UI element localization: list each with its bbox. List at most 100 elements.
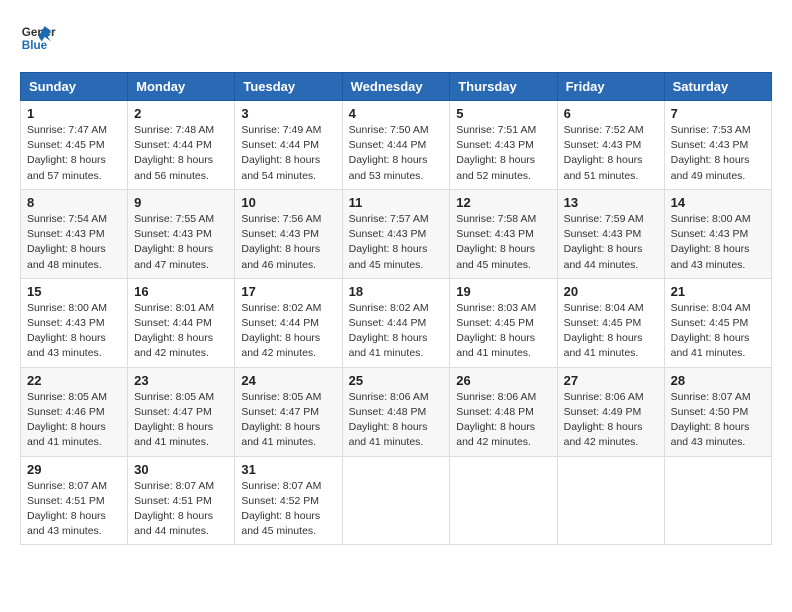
day-info: Sunrise: 7:54 AM Sunset: 4:43 PM Dayligh… (27, 212, 121, 273)
calendar-day-31: 31 Sunrise: 8:07 AM Sunset: 4:52 PM Dayli… (235, 456, 342, 545)
day-info: Sunrise: 7:53 AM Sunset: 4:43 PM Dayligh… (671, 123, 765, 184)
column-header-saturday: Saturday (664, 73, 771, 101)
day-number: 12 (456, 195, 550, 210)
calendar-day-29: 29 Sunrise: 8:07 AM Sunset: 4:51 PM Dayli… (21, 456, 128, 545)
day-number: 11 (349, 195, 444, 210)
calendar-week-4: 22 Sunrise: 8:05 AM Sunset: 4:46 PM Dayli… (21, 367, 772, 456)
day-number: 19 (456, 284, 550, 299)
day-info: Sunrise: 7:49 AM Sunset: 4:44 PM Dayligh… (241, 123, 335, 184)
day-number: 24 (241, 373, 335, 388)
day-number: 14 (671, 195, 765, 210)
calendar-day-24: 24 Sunrise: 8:05 AM Sunset: 4:47 PM Dayli… (235, 367, 342, 456)
column-header-sunday: Sunday (21, 73, 128, 101)
day-number: 31 (241, 462, 335, 477)
calendar-day-2: 2Sunrise: 7:48 AM Sunset: 4:44 PM Daylig… (128, 101, 235, 190)
day-info: Sunrise: 8:00 AM Sunset: 4:43 PM Dayligh… (671, 212, 765, 273)
day-info: Sunrise: 7:51 AM Sunset: 4:43 PM Dayligh… (456, 123, 550, 184)
calendar-day-28: 28 Sunrise: 8:07 AM Sunset: 4:50 PM Dayli… (664, 367, 771, 456)
day-info: Sunrise: 8:00 AM Sunset: 4:43 PM Dayligh… (27, 301, 121, 362)
calendar-day-21: 21 Sunrise: 8:04 AM Sunset: 4:45 PM Dayli… (664, 278, 771, 367)
empty-cell (450, 456, 557, 545)
day-info: Sunrise: 8:05 AM Sunset: 4:46 PM Dayligh… (27, 390, 121, 451)
day-number: 25 (349, 373, 444, 388)
empty-cell (664, 456, 771, 545)
day-info: Sunrise: 8:02 AM Sunset: 4:44 PM Dayligh… (349, 301, 444, 362)
calendar-day-26: 26Sunrise: 8:06 AM Sunset: 4:48 PM Dayli… (450, 367, 557, 456)
day-info: Sunrise: 7:56 AM Sunset: 4:43 PM Dayligh… (241, 212, 335, 273)
calendar-week-2: 8 Sunrise: 7:54 AM Sunset: 4:43 PM Daylig… (21, 189, 772, 278)
day-number: 4 (349, 106, 444, 121)
day-info: Sunrise: 8:02 AM Sunset: 4:44 PM Dayligh… (241, 301, 335, 362)
day-info: Sunrise: 8:04 AM Sunset: 4:45 PM Dayligh… (564, 301, 658, 362)
day-number: 6 (564, 106, 658, 121)
column-header-tuesday: Tuesday (235, 73, 342, 101)
day-info: Sunrise: 8:07 AM Sunset: 4:50 PM Dayligh… (671, 390, 765, 451)
day-info: Sunrise: 8:07 AM Sunset: 4:52 PM Dayligh… (241, 479, 335, 540)
calendar-day-9: 9 Sunrise: 7:55 AM Sunset: 4:43 PM Daylig… (128, 189, 235, 278)
calendar-day-16: 16 Sunrise: 8:01 AM Sunset: 4:44 PM Dayli… (128, 278, 235, 367)
day-info: Sunrise: 8:04 AM Sunset: 4:45 PM Dayligh… (671, 301, 765, 362)
column-header-monday: Monday (128, 73, 235, 101)
day-info: Sunrise: 8:07 AM Sunset: 4:51 PM Dayligh… (134, 479, 228, 540)
calendar-day-25: 25 Sunrise: 8:06 AM Sunset: 4:48 PM Dayli… (342, 367, 450, 456)
calendar-week-5: 29 Sunrise: 8:07 AM Sunset: 4:51 PM Dayli… (21, 456, 772, 545)
day-number: 21 (671, 284, 765, 299)
day-number: 22 (27, 373, 121, 388)
calendar-day-12: 12Sunrise: 7:58 AM Sunset: 4:43 PM Dayli… (450, 189, 557, 278)
calendar-day-27: 27Sunrise: 8:06 AM Sunset: 4:49 PM Dayli… (557, 367, 664, 456)
calendar-day-1: 1 Sunrise: 7:47 AM Sunset: 4:45 PM Daylig… (21, 101, 128, 190)
day-number: 16 (134, 284, 228, 299)
day-number: 27 (564, 373, 658, 388)
svg-text:Blue: Blue (22, 39, 48, 52)
svg-text:General: General (22, 26, 56, 39)
day-number: 29 (27, 462, 121, 477)
calendar-day-8: 8 Sunrise: 7:54 AM Sunset: 4:43 PM Daylig… (21, 189, 128, 278)
column-header-wednesday: Wednesday (342, 73, 450, 101)
calendar-day-13: 13Sunrise: 7:59 AM Sunset: 4:43 PM Dayli… (557, 189, 664, 278)
column-header-thursday: Thursday (450, 73, 557, 101)
day-number: 1 (27, 106, 121, 121)
column-header-friday: Friday (557, 73, 664, 101)
calendar-day-15: 15 Sunrise: 8:00 AM Sunset: 4:43 PM Dayli… (21, 278, 128, 367)
calendar-week-1: 1 Sunrise: 7:47 AM Sunset: 4:45 PM Daylig… (21, 101, 772, 190)
calendar-day-4: 4 Sunrise: 7:50 AM Sunset: 4:44 PM Daylig… (342, 101, 450, 190)
day-info: Sunrise: 7:55 AM Sunset: 4:43 PM Dayligh… (134, 212, 228, 273)
day-number: 17 (241, 284, 335, 299)
calendar-day-11: 11 Sunrise: 7:57 AM Sunset: 4:43 PM Dayli… (342, 189, 450, 278)
empty-cell (342, 456, 450, 545)
day-info: Sunrise: 8:05 AM Sunset: 4:47 PM Dayligh… (241, 390, 335, 451)
day-number: 7 (671, 106, 765, 121)
day-number: 8 (27, 195, 121, 210)
day-number: 30 (134, 462, 228, 477)
day-number: 9 (134, 195, 228, 210)
calendar-day-20: 20 Sunrise: 8:04 AM Sunset: 4:45 PM Dayli… (557, 278, 664, 367)
day-number: 10 (241, 195, 335, 210)
day-number: 20 (564, 284, 658, 299)
calendar-day-7: 7 Sunrise: 7:53 AM Sunset: 4:43 PM Daylig… (664, 101, 771, 190)
day-info: Sunrise: 8:06 AM Sunset: 4:48 PM Dayligh… (349, 390, 444, 451)
calendar-day-3: 3 Sunrise: 7:49 AM Sunset: 4:44 PM Daylig… (235, 101, 342, 190)
day-info: Sunrise: 7:52 AM Sunset: 4:43 PM Dayligh… (564, 123, 658, 184)
calendar-day-14: 14 Sunrise: 8:00 AM Sunset: 4:43 PM Dayli… (664, 189, 771, 278)
day-number: 15 (27, 284, 121, 299)
day-info: Sunrise: 7:50 AM Sunset: 4:44 PM Dayligh… (349, 123, 444, 184)
day-number: 13 (564, 195, 658, 210)
calendar-day-23: 23Sunrise: 8:05 AM Sunset: 4:47 PM Dayli… (128, 367, 235, 456)
calendar-day-19: 19Sunrise: 8:03 AM Sunset: 4:45 PM Dayli… (450, 278, 557, 367)
calendar-day-5: 5 Sunrise: 7:51 AM Sunset: 4:43 PM Daylig… (450, 101, 557, 190)
empty-cell (557, 456, 664, 545)
calendar-day-22: 22 Sunrise: 8:05 AM Sunset: 4:46 PM Dayli… (21, 367, 128, 456)
calendar-day-18: 18Sunrise: 8:02 AM Sunset: 4:44 PM Dayli… (342, 278, 450, 367)
page-header: General Blue (20, 20, 772, 56)
calendar-day-17: 17 Sunrise: 8:02 AM Sunset: 4:44 PM Dayli… (235, 278, 342, 367)
day-info: Sunrise: 7:57 AM Sunset: 4:43 PM Dayligh… (349, 212, 444, 273)
day-number: 28 (671, 373, 765, 388)
day-number: 5 (456, 106, 550, 121)
day-info: Sunrise: 8:01 AM Sunset: 4:44 PM Dayligh… (134, 301, 228, 362)
calendar-day-10: 10 Sunrise: 7:56 AM Sunset: 4:43 PM Dayli… (235, 189, 342, 278)
day-info: Sunrise: 8:07 AM Sunset: 4:51 PM Dayligh… (27, 479, 121, 540)
day-info: Sunrise: 7:47 AM Sunset: 4:45 PM Dayligh… (27, 123, 121, 184)
logo-icon: General Blue (20, 20, 56, 56)
calendar-day-6: 6 Sunrise: 7:52 AM Sunset: 4:43 PM Daylig… (557, 101, 664, 190)
day-number: 3 (241, 106, 335, 121)
